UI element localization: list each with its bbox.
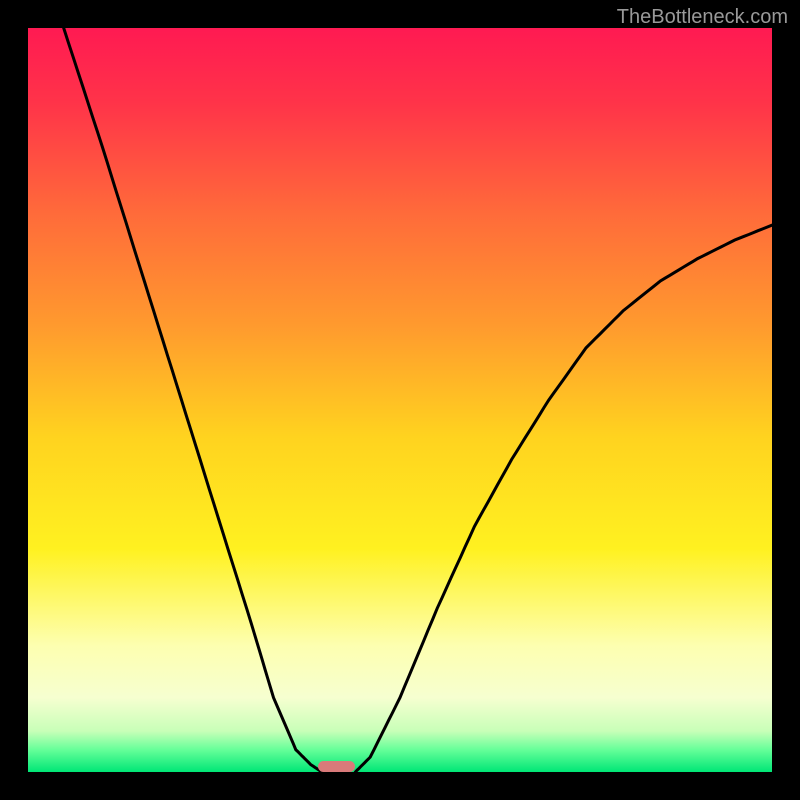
chart-plot-area (28, 28, 772, 772)
bottleneck-marker (318, 761, 355, 772)
chart-curve (28, 28, 772, 772)
watermark-text: TheBottleneck.com (617, 6, 788, 29)
